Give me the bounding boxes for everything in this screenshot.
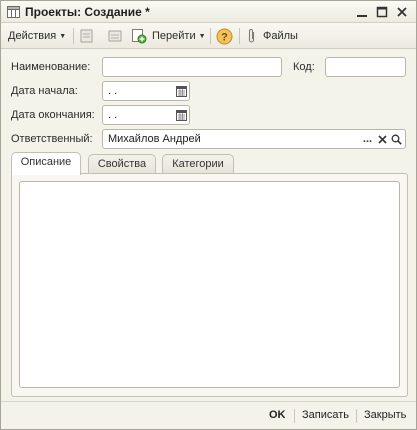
footer-separator — [294, 409, 295, 423]
chevron-down-icon: ▼ — [59, 32, 67, 40]
new-item-button[interactable] — [79, 27, 95, 45]
copy-add-button[interactable] — [131, 27, 147, 45]
toolbar-separator — [210, 28, 211, 44]
start-date-value: . . — [108, 85, 118, 97]
list-icon — [108, 30, 122, 42]
actions-label: Действия — [8, 30, 57, 42]
close-form-button[interactable]: Закрыть — [364, 409, 406, 421]
responsible-field[interactable]: Михайлов Андрей ... — [102, 129, 406, 149]
maximize-button[interactable] — [374, 4, 390, 20]
end-date-field[interactable]: . . — [102, 105, 190, 125]
tab-panel-description — [11, 173, 408, 397]
responsible-label: Ответственный: — [11, 133, 93, 145]
tab-categories[interactable]: Категории — [162, 154, 234, 174]
chevron-down-icon: ▼ — [198, 32, 206, 40]
code-label: Код: — [293, 61, 315, 73]
clear-icon — [378, 134, 387, 144]
new-item-icon — [80, 29, 93, 43]
name-field[interactable] — [102, 57, 282, 77]
maximize-icon — [376, 6, 388, 18]
files-button[interactable]: Файлы — [247, 27, 298, 45]
toolbar-separator — [239, 28, 240, 44]
search-icon — [391, 134, 402, 145]
tab-description[interactable]: Описание — [11, 152, 81, 175]
help-glyph: ? — [221, 31, 228, 43]
paperclip-icon — [248, 29, 255, 43]
window-title: Проекты: Создание * — [25, 5, 150, 19]
copy-add-icon — [132, 29, 147, 44]
files-label: Файлы — [263, 30, 298, 42]
responsible-open-button[interactable] — [390, 131, 403, 147]
calendar-icon — [176, 85, 187, 97]
minimize-icon — [357, 15, 367, 17]
window-grid-icon — [7, 6, 20, 18]
project-create-window: Проекты: Создание * Действия ▼ Перейти ▼… — [0, 0, 417, 430]
start-date-label: Дата начала: — [11, 85, 78, 97]
responsible-select-button[interactable]: ... — [361, 131, 374, 147]
footer-bar: OK Записать Закрыть — [1, 401, 416, 429]
list-button[interactable] — [107, 27, 123, 45]
responsible-value: Михайлов Андрей — [108, 133, 201, 145]
goto-menu[interactable]: Перейти ▼ — [152, 27, 206, 45]
close-button[interactable] — [394, 4, 410, 20]
code-field[interactable] — [325, 57, 406, 77]
tab-properties[interactable]: Свойства — [88, 154, 156, 174]
end-date-label: Дата окончания: — [11, 109, 95, 121]
end-date-calendar-button[interactable] — [174, 106, 189, 124]
start-date-field[interactable]: . . — [102, 81, 190, 101]
calendar-icon — [176, 109, 187, 121]
footer-separator — [356, 409, 357, 423]
minimize-button[interactable] — [354, 4, 370, 20]
name-label: Наименование: — [11, 61, 91, 73]
close-icon — [397, 7, 407, 17]
start-date-calendar-button[interactable] — [174, 82, 189, 100]
responsible-clear-button[interactable] — [376, 131, 389, 147]
ok-button[interactable]: OK — [269, 409, 286, 421]
toolbar: Действия ▼ Перейти ▼ ? Файлы — [1, 23, 416, 49]
help-button[interactable]: ? — [216, 27, 233, 45]
title-bar: Проекты: Создание * — [1, 1, 416, 23]
description-textarea[interactable] — [19, 181, 400, 388]
toolbar-separator — [73, 28, 74, 44]
goto-label: Перейти — [152, 30, 196, 42]
write-button[interactable]: Записать — [302, 409, 349, 421]
end-date-value: . . — [108, 109, 118, 121]
actions-menu[interactable]: Действия ▼ — [8, 27, 66, 45]
help-icon: ? — [216, 28, 233, 44]
